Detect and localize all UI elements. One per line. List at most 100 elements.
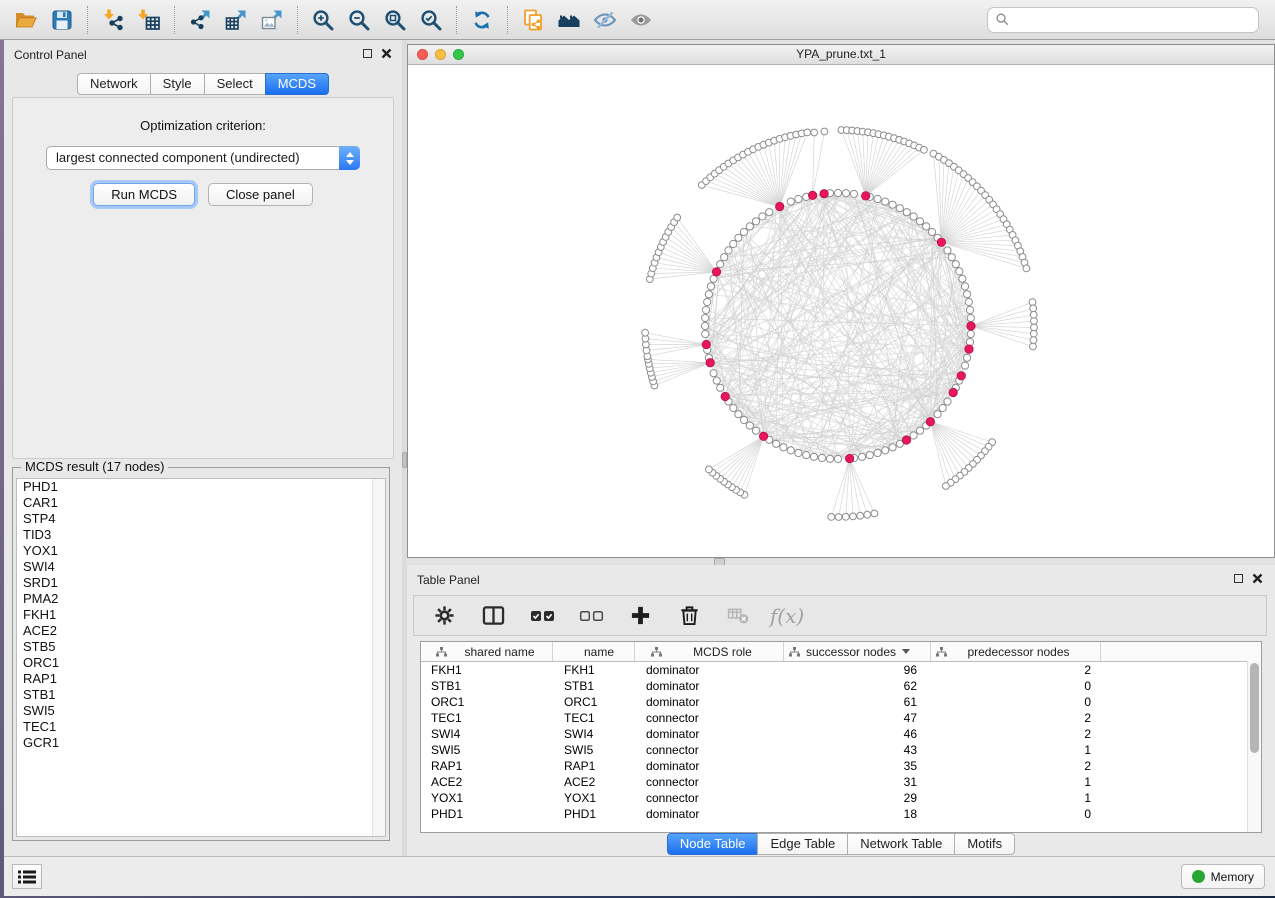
network-graph[interactable] [408,64,1275,558]
search-box[interactable] [987,7,1259,33]
mcds-result-item[interactable]: PMA2 [17,591,385,607]
mcds-result-item[interactable]: FKH1 [17,607,385,623]
main-toolbar [0,0,1275,40]
table-cell: ORC1 [553,695,635,709]
save-icon[interactable] [44,4,80,36]
first-neighbors-icon[interactable] [551,4,587,36]
table-row[interactable]: YOX1YOX1connector291 [421,790,1261,806]
memory-button[interactable]: Memory [1181,864,1265,889]
table-scrollbar[interactable] [1247,661,1261,832]
tab-network-table[interactable]: Network Table [847,833,955,855]
table-row[interactable]: TEC1TEC1connector472 [421,710,1261,726]
table-cell: 2 [931,727,1101,741]
mcds-result-list[interactable]: PHD1CAR1STP4TID3YOX1SWI4SRD1PMA2FKH1ACE2… [16,478,386,837]
table-row[interactable]: ACE2ACE2connector311 [421,774,1261,790]
table-row[interactable]: FKH1FKH1dominator962 [421,662,1261,678]
zoom-in-icon[interactable] [305,4,341,36]
import-network-icon[interactable] [95,4,131,36]
table-row[interactable]: ORC1ORC1dominator610 [421,694,1261,710]
add-icon[interactable] [626,601,654,631]
mcds-result-item[interactable]: STB5 [17,639,385,655]
tab-edge-table[interactable]: Edge Table [757,833,848,855]
close-table-panel-icon[interactable] [1252,573,1263,584]
export-image-icon[interactable] [254,4,290,36]
import-table-icon[interactable] [131,4,167,36]
table-row[interactable]: STB1STB1dominator620 [421,678,1261,694]
column-header-shared-name[interactable]: shared name [421,642,553,661]
column-header-predecessor-nodes[interactable]: predecessor nodes [931,642,1101,661]
mcds-tab-panel: Optimization criterion: largest connecte… [12,97,394,459]
table-row[interactable]: RAP1RAP1dominator352 [421,758,1261,774]
deselect-all-icon[interactable] [577,601,605,631]
tab-style[interactable]: Style [150,73,205,95]
network-window-titlebar[interactable]: YPA_prune.txt_1 [408,45,1274,65]
table-scrollbar-thumb[interactable] [1250,663,1259,753]
hide-selected-icon[interactable] [587,4,623,36]
mcds-result-item[interactable]: ORC1 [17,655,385,671]
open-icon[interactable] [8,4,44,36]
mcds-result-item[interactable]: YOX1 [17,543,385,559]
mcds-result-item[interactable]: CAR1 [17,495,385,511]
table-cell: TEC1 [553,711,635,725]
column-header-successor-nodes[interactable]: successor nodes [784,642,931,661]
fit-content-icon[interactable] [377,4,413,36]
float-panel-icon[interactable] [363,49,372,58]
export-network-icon[interactable] [182,4,218,36]
table-row[interactable]: SWI4SWI4dominator462 [421,726,1261,742]
mcds-result-item[interactable]: PHD1 [17,479,385,495]
table-cell: dominator [635,663,784,677]
mcds-result-item[interactable]: SWI5 [17,703,385,719]
column-header-name[interactable]: name [553,642,635,661]
zoom-out-icon[interactable] [341,4,377,36]
table-cell: dominator [635,679,784,693]
tab-motifs[interactable]: Motifs [954,833,1015,855]
clear-table-icon[interactable] [724,601,752,631]
tab-mcds[interactable]: MCDS [265,73,329,95]
mcds-result-item[interactable]: SWI4 [17,559,385,575]
refresh-icon[interactable] [464,4,500,36]
table-row[interactable]: SWI5SWI5connector431 [421,742,1261,758]
mcds-result-item[interactable]: STP4 [17,511,385,527]
node-table-body: FKH1FKH1dominator962STB1STB1dominator620… [421,662,1261,822]
copy-current-network-icon[interactable] [515,4,551,36]
tab-node-table[interactable]: Node Table [667,833,759,855]
table-row[interactable]: PHD1PHD1dominator180 [421,806,1261,822]
attribute-icon [436,647,447,657]
table-cell: FKH1 [421,663,553,677]
close-panel-icon[interactable] [381,48,392,59]
toolbar-separator [174,6,175,34]
tab-select[interactable]: Select [204,73,266,95]
settings-icon[interactable] [430,601,458,631]
mcds-result-item[interactable]: RAP1 [17,671,385,687]
search-input[interactable] [1010,9,1258,31]
delete-icon[interactable] [675,601,703,631]
mcds-result-item[interactable]: GCR1 [17,735,385,751]
mcds-result-item[interactable]: ACE2 [17,623,385,639]
float-table-panel-icon[interactable] [1234,574,1243,583]
toolbar-separator [297,6,298,34]
mcds-result-item[interactable]: TEC1 [17,719,385,735]
network-canvas[interactable] [408,64,1274,557]
function-builder-icon[interactable]: f(x) [773,601,801,631]
run-mcds-button[interactable]: Run MCDS [93,183,195,206]
zoom-selected-icon[interactable] [413,4,449,36]
table-cell: STB1 [421,679,553,693]
optimization-criterion-label: Optimization criterion: [13,118,393,133]
mcds-result-item[interactable]: SRD1 [17,575,385,591]
close-panel-button[interactable]: Close panel [208,183,313,206]
choose-columns-icon[interactable] [479,601,507,631]
table-cell: SWI5 [421,743,553,757]
table-cell: ACE2 [553,775,635,789]
tab-network[interactable]: Network [77,73,151,95]
table-cell: connector [635,791,784,805]
show-all-icon[interactable] [623,4,659,36]
mcds-result-item[interactable]: TID3 [17,527,385,543]
table-cell: 46 [784,727,931,741]
export-table-icon[interactable] [218,4,254,36]
task-history-button[interactable] [12,864,42,889]
select-all-icon[interactable] [528,601,556,631]
mcds-list-scrollbar[interactable] [372,479,385,836]
column-header-mcds-role[interactable]: MCDS role [635,642,784,661]
optimization-criterion-select[interactable]: largest connected component (undirected) [46,146,360,170]
mcds-result-item[interactable]: STB1 [17,687,385,703]
